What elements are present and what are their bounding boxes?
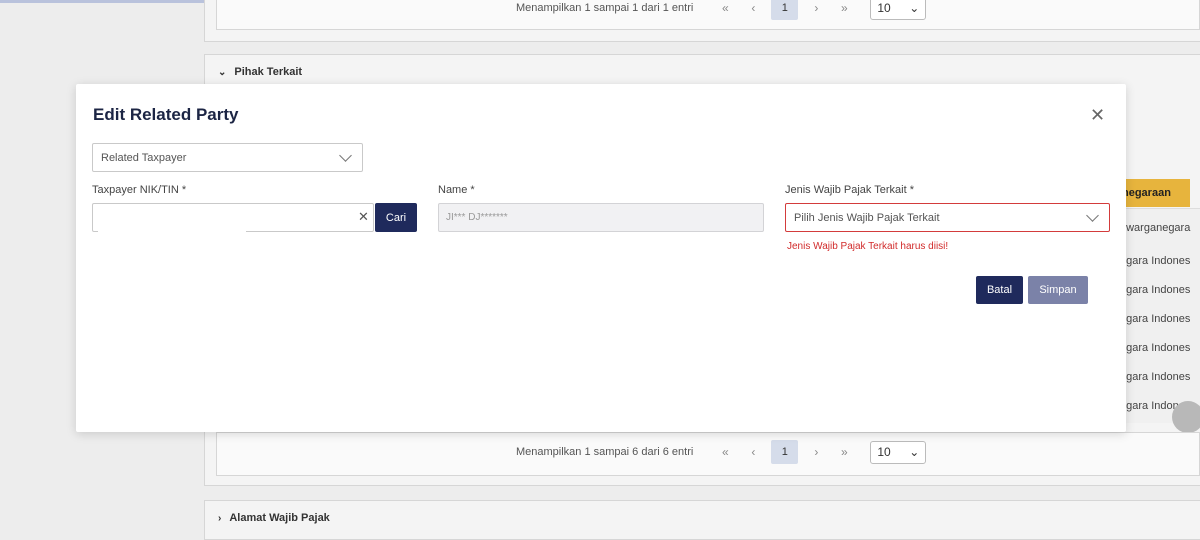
jenis-error-message: Jenis Wajib Pajak Terkait harus diisi! <box>787 241 949 252</box>
next-page-icon[interactable]: › <box>802 445 830 459</box>
jenis-placeholder: Pilih Jenis Wajib Pajak Terkait <box>794 211 940 224</box>
party-type-value: Related Taxpayer <box>101 151 187 164</box>
first-page-icon[interactable]: « <box>711 445 739 459</box>
table-cell: egara Indones <box>1120 342 1191 354</box>
redacted-area <box>98 204 246 232</box>
scroll-top-button[interactable] <box>1172 401 1200 433</box>
next-page-icon[interactable]: › <box>802 1 830 15</box>
prev-page-icon[interactable]: ‹ <box>739 445 767 459</box>
current-page-button[interactable]: 1 <box>771 440 799 464</box>
chevron-down-icon: ⌄ <box>909 1 920 15</box>
column-header: negaraan <box>1118 179 1190 207</box>
section-title: Pihak Terkait <box>234 66 303 78</box>
jenis-select[interactable]: Pilih Jenis Wajib Pajak Terkait <box>785 203 1110 232</box>
chevron-right-icon: › <box>218 512 222 524</box>
jenis-label: Jenis Wajib Pajak Terkait * <box>785 184 914 196</box>
modal-title: Edit Related Party <box>93 105 239 124</box>
table-cell: egara Indones <box>1120 313 1191 325</box>
top-pagination: Menampilkan 1 sampai 1 dari 1 entri « ‹ … <box>516 0 927 20</box>
nik-label: Taxpayer NIK/TIN * <box>92 184 187 196</box>
last-page-icon[interactable]: » <box>830 445 858 459</box>
first-page-icon[interactable]: « <box>711 1 739 15</box>
search-button[interactable]: Cari <box>375 203 417 232</box>
per-page-value: 10 <box>877 1 891 15</box>
save-button[interactable]: Simpan <box>1028 276 1088 304</box>
edit-related-party-modal: Edit Related Party ✕ Related Taxpayer Ta… <box>76 84 1126 432</box>
per-page-value: 10 <box>877 445 891 459</box>
table-cell: egara Indones <box>1120 255 1191 267</box>
prev-page-icon[interactable]: ‹ <box>739 1 767 15</box>
current-page-button[interactable]: 1 <box>771 0 799 20</box>
chevron-down-icon <box>339 148 352 162</box>
related-party-header[interactable]: ⌄ Pihak Terkait <box>218 66 302 78</box>
table-cell: egara Indones <box>1120 284 1191 296</box>
close-icon[interactable]: ✕ <box>1090 105 1105 126</box>
chevron-down-icon <box>1086 208 1099 222</box>
party-type-select[interactable]: Related Taxpayer <box>92 143 363 172</box>
address-header[interactable]: › Alamat Wajib Pajak <box>218 512 330 524</box>
table-cell: egara Indones <box>1120 371 1191 383</box>
address-section <box>204 500 1200 540</box>
chevron-down-icon: ⌄ <box>218 66 227 78</box>
chevron-down-icon: ⌄ <box>909 445 920 459</box>
name-field: JI*** DJ******* <box>438 203 764 232</box>
pagination-info: Menampilkan 1 sampai 1 dari 1 entri <box>516 2 694 14</box>
table-cell: ewarganegara <box>1120 222 1191 234</box>
per-page-select[interactable]: 10 ⌄ <box>870 0 927 20</box>
bottom-pagination: Menampilkan 1 sampai 6 dari 6 entri « ‹ … <box>516 440 927 464</box>
section-title: Alamat Wajib Pajak <box>229 512 330 524</box>
per-page-select[interactable]: 10 ⌄ <box>870 440 927 464</box>
cancel-button[interactable]: Batal <box>976 276 1023 304</box>
clear-icon[interactable]: ✕ <box>358 209 369 225</box>
name-label: Name * <box>438 184 475 196</box>
last-page-icon[interactable]: » <box>830 1 858 15</box>
pagination-info: Menampilkan 1 sampai 6 dari 6 entri <box>516 446 694 458</box>
